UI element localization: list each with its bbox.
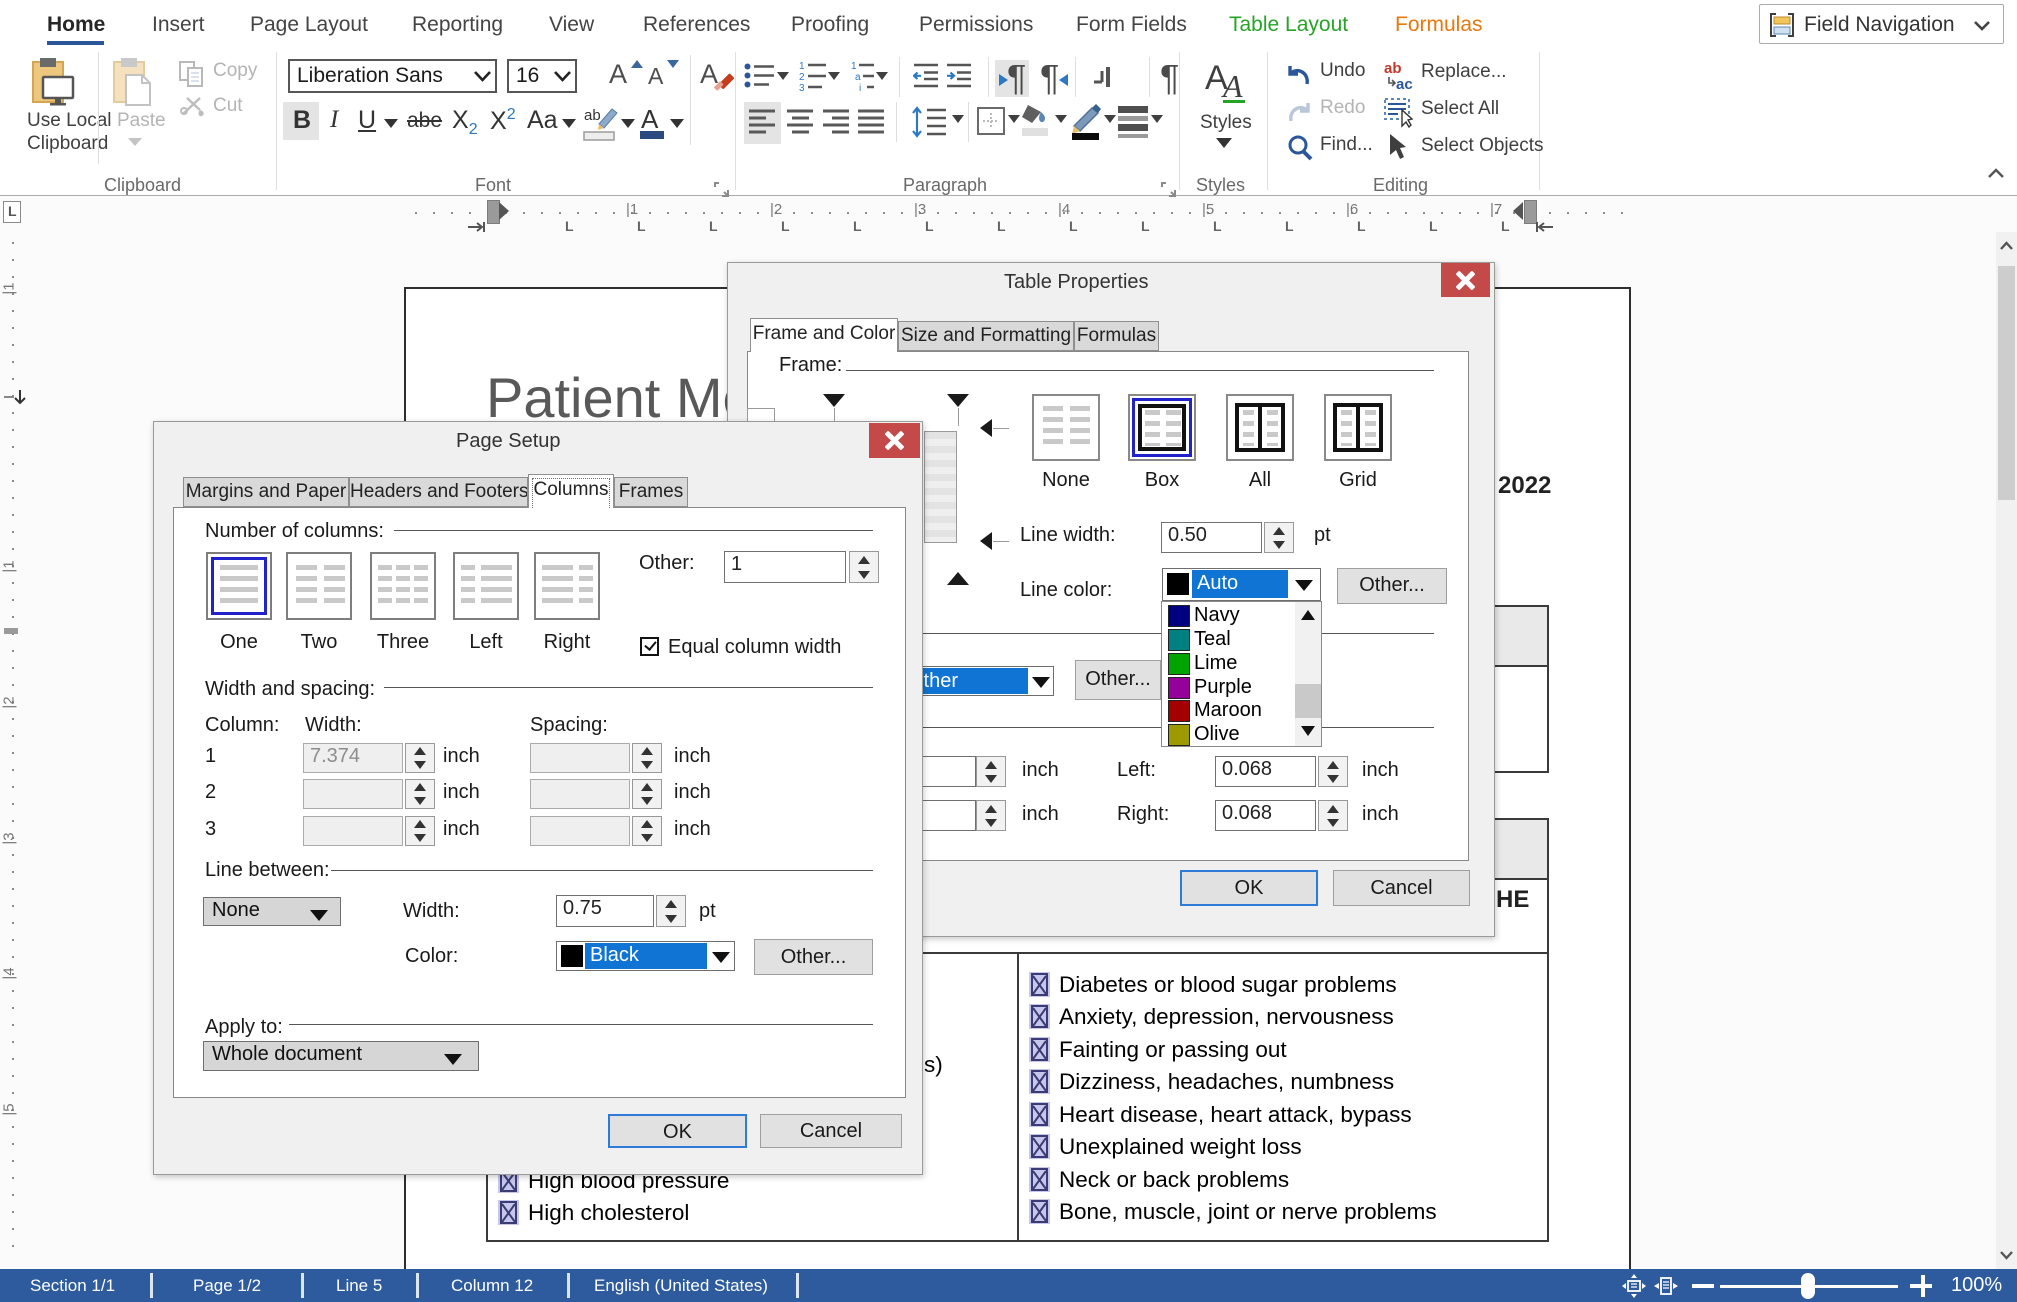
svg-text:a: a (855, 72, 861, 83)
svg-text:ab: ab (584, 107, 601, 124)
svg-text:ab: ab (1384, 60, 1402, 77)
svg-text:2: 2 (799, 72, 805, 83)
svg-text:A: A (1221, 68, 1243, 103)
svg-text:i: i (859, 83, 861, 92)
svg-text:3: 3 (799, 83, 805, 92)
svg-text:1: 1 (799, 61, 805, 72)
svg-text:1: 1 (851, 61, 857, 72)
svg-text:ac: ac (1396, 76, 1413, 90)
